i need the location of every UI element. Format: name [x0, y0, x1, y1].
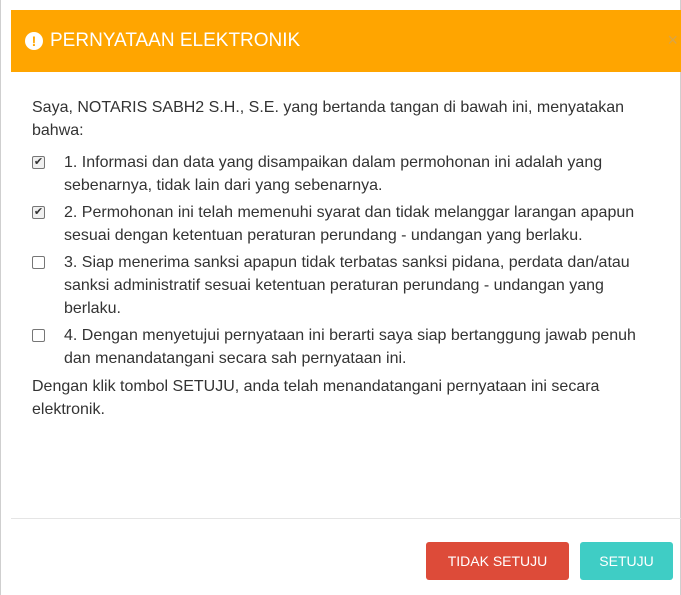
- statement-checkbox-3[interactable]: [32, 256, 45, 269]
- statement-item-1: ✔ 1. Informasi dan data yang disampaikan…: [32, 151, 662, 197]
- close-icon[interactable]: ×: [667, 30, 678, 50]
- statement-text-3: 3. Siap menerima sanksi apapun tidak ter…: [64, 254, 630, 317]
- reject-button[interactable]: TIDAK SETUJU: [426, 542, 569, 580]
- statement-text-1: 1. Informasi dan data yang disampaikan d…: [64, 154, 603, 194]
- exclamation-circle-icon: !: [25, 32, 43, 50]
- accept-button[interactable]: SETUJU: [580, 542, 673, 580]
- footer-divider: [11, 518, 681, 519]
- statement-item-2: ✔ 2. Permohonan ini telah memenuhi syara…: [32, 201, 662, 247]
- statement-modal: ! PERNYATAAN ELEKTRONIK × Saya, NOTARIS …: [0, 0, 681, 595]
- modal-header: ! PERNYATAAN ELEKTRONIK ×: [11, 10, 681, 72]
- statement-checkbox-2[interactable]: ✔: [32, 206, 45, 219]
- modal-body: Saya, NOTARIS SABH2 S.H., S.E. yang bert…: [32, 96, 662, 437]
- statement-checkbox-1[interactable]: ✔: [32, 156, 45, 169]
- statement-item-3: 3. Siap menerima sanksi apapun tidak ter…: [32, 251, 662, 320]
- closing-text: Dengan klik tombol SETUJU, anda telah me…: [32, 378, 600, 418]
- statement-text-4: 4. Dengan menyetujui pernyataan ini bera…: [64, 327, 636, 367]
- statement-item-4: 4. Dengan menyetujui pernyataan ini bera…: [32, 324, 662, 370]
- intro-text: Saya, NOTARIS SABH2 S.H., S.E. yang bert…: [32, 99, 625, 139]
- modal-title: ! PERNYATAAN ELEKTRONIK: [25, 30, 300, 52]
- statement-text-2: 2. Permohonan ini telah memenuhi syarat …: [64, 204, 635, 244]
- modal-title-text: PERNYATAAN ELEKTRONIK: [50, 30, 301, 51]
- statement-checkbox-4[interactable]: [32, 329, 45, 342]
